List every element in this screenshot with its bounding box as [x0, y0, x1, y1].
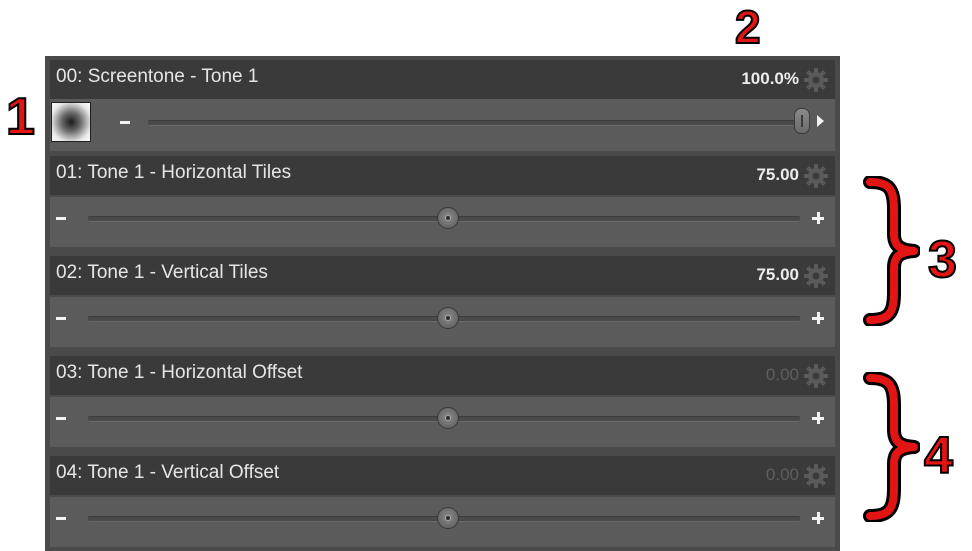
property-row-horizontal-tiles: 01: Tone 1 - Horizontal Tiles 75.00 — [50, 156, 835, 250]
property-panel: 00: Screentone - Tone 1 100.0% 01: Tone … — [45, 56, 840, 551]
decrement-button[interactable] — [56, 417, 66, 420]
decrement-button[interactable] — [56, 217, 66, 220]
brace-icon — [863, 176, 920, 326]
property-label: 04: Tone 1 - Vertical Offset — [56, 462, 280, 483]
callout-number-1: 1 — [5, 88, 36, 146]
property-label: 01: Tone 1 - Horizontal Tiles — [56, 162, 292, 183]
increment-arrow-icon[interactable] — [817, 115, 824, 127]
property-slider-row — [50, 197, 835, 247]
property-header: 03: Tone 1 - Horizontal Offset 0.00 — [50, 356, 835, 395]
slider-handle[interactable] — [437, 307, 459, 329]
gear-icon[interactable] — [803, 363, 829, 389]
property-value[interactable]: 100.0% — [741, 69, 799, 89]
property-row-horizontal-offset: 03: Tone 1 - Horizontal Offset 0.00 — [50, 356, 835, 450]
decrement-button[interactable] — [56, 517, 66, 520]
property-header: 01: Tone 1 - Horizontal Tiles 75.00 — [50, 156, 835, 195]
increment-button[interactable] — [812, 312, 824, 324]
increment-button[interactable] — [812, 512, 824, 524]
slider-handle[interactable] — [794, 108, 810, 134]
property-row-vertical-tiles: 02: Tone 1 - Vertical Tiles 75.00 — [50, 256, 835, 350]
gear-icon[interactable] — [803, 463, 829, 489]
slider-handle[interactable] — [437, 207, 459, 229]
increment-button[interactable] — [812, 212, 824, 224]
property-slider-row — [50, 99, 835, 151]
callout-number-3: 3 — [927, 231, 958, 289]
slider-track[interactable] — [148, 120, 796, 126]
property-slider-row — [50, 497, 835, 547]
property-row-vertical-offset: 04: Tone 1 - Vertical Offset 0.00 — [50, 456, 835, 550]
property-row-screentone: 00: Screentone - Tone 1 100.0% — [50, 60, 835, 154]
gear-icon[interactable] — [803, 263, 829, 289]
slider-handle[interactable] — [437, 507, 459, 529]
decrement-button[interactable] — [120, 121, 130, 124]
property-header: 00: Screentone - Tone 1 100.0% — [50, 60, 835, 99]
gear-icon[interactable] — [803, 163, 829, 189]
callout-number-2: 2 — [734, 1, 762, 53]
property-value[interactable]: 0.00 — [766, 365, 799, 385]
property-header: 04: Tone 1 - Vertical Offset 0.00 — [50, 456, 835, 495]
property-label: 03: Tone 1 - Horizontal Offset — [56, 362, 303, 383]
slider-handle[interactable] — [437, 407, 459, 429]
property-header: 02: Tone 1 - Vertical Tiles 75.00 — [50, 256, 835, 295]
property-value[interactable]: 0.00 — [766, 465, 799, 485]
property-value[interactable]: 75.00 — [756, 265, 799, 285]
brace-icon — [863, 372, 920, 522]
property-slider-row — [50, 297, 835, 347]
property-slider-row — [50, 397, 835, 447]
screentone-thumbnail[interactable] — [51, 102, 91, 142]
gear-icon[interactable] — [803, 67, 829, 93]
property-label: 00: Screentone - Tone 1 — [56, 66, 259, 87]
property-value[interactable]: 75.00 — [756, 165, 799, 185]
decrement-button[interactable] — [56, 317, 66, 320]
callout-number-4: 4 — [923, 427, 954, 485]
property-label: 02: Tone 1 - Vertical Tiles — [56, 262, 268, 283]
increment-button[interactable] — [812, 412, 824, 424]
